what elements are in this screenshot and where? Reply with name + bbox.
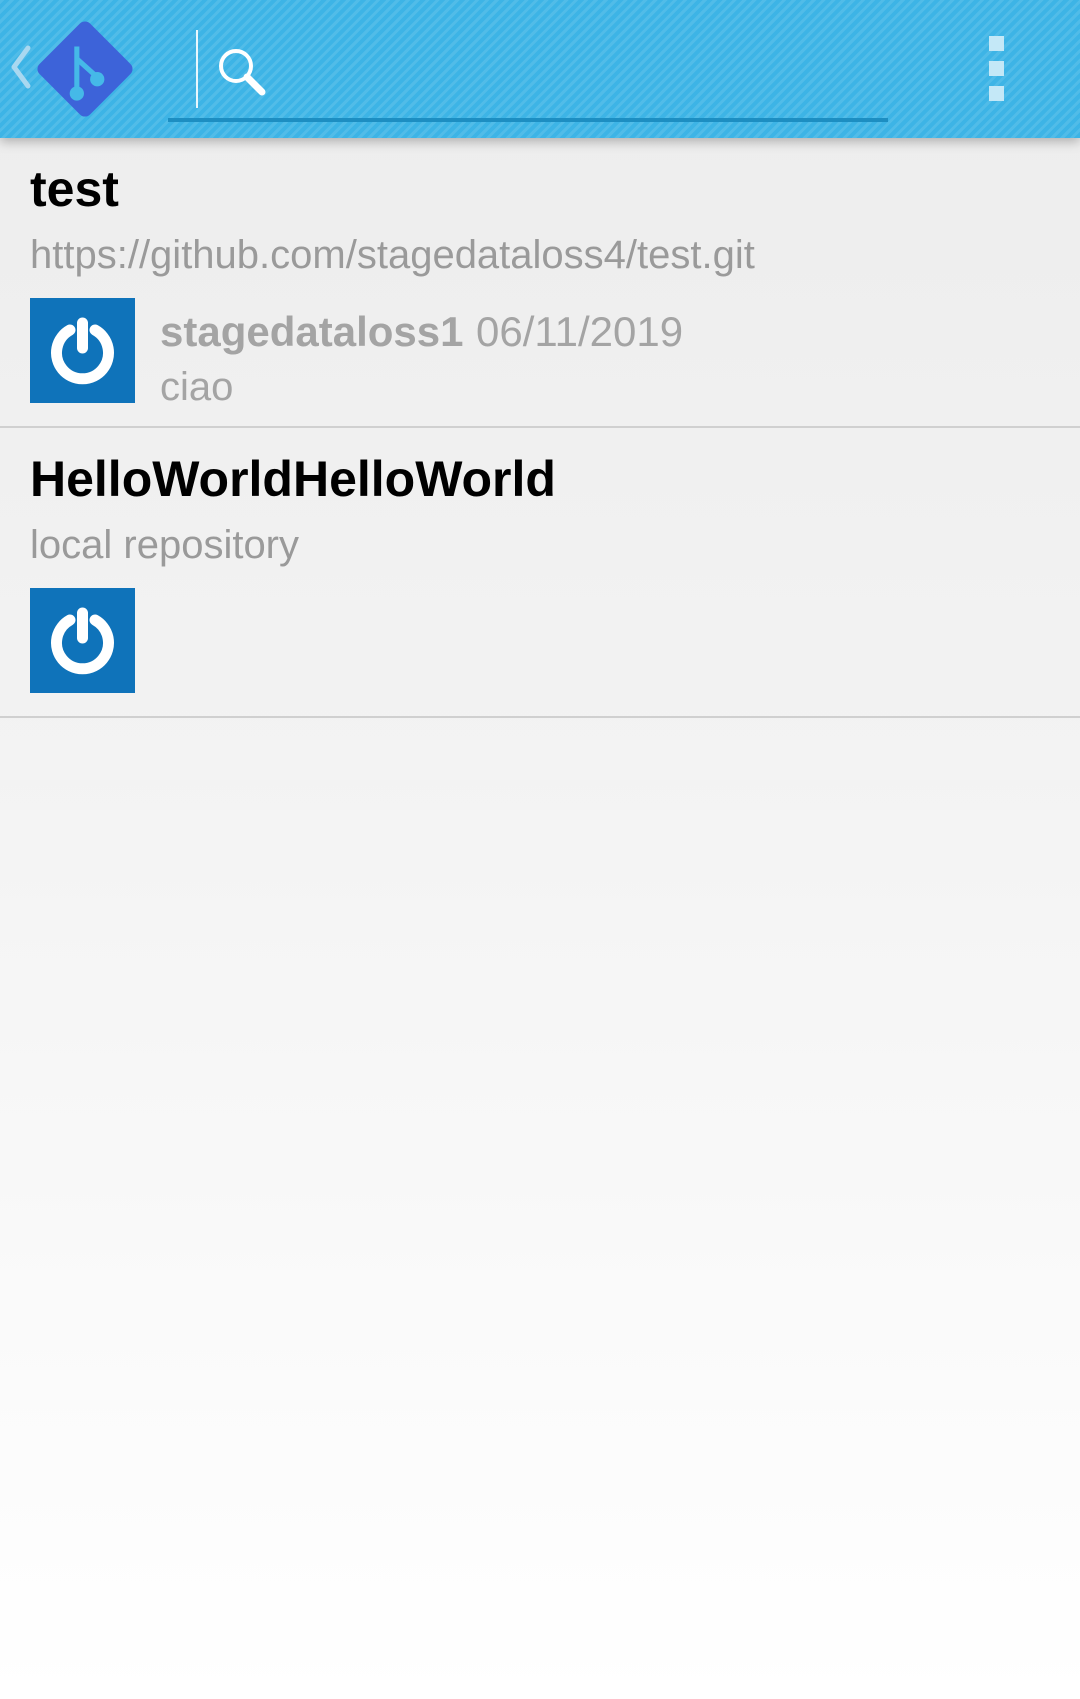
avatar bbox=[30, 298, 135, 403]
chevron-left-icon bbox=[11, 45, 31, 89]
search-field[interactable] bbox=[168, 26, 888, 122]
git-logo-icon bbox=[37, 21, 133, 117]
overflow-menu-icon bbox=[989, 36, 1004, 51]
repository-item[interactable]: HelloWorldHelloWorld local repository bbox=[0, 428, 1080, 718]
commit-author: stagedataloss1 bbox=[160, 308, 464, 355]
text-cursor bbox=[196, 30, 198, 108]
search-icon bbox=[219, 49, 266, 96]
repository-name: test bbox=[30, 161, 119, 217]
repository-list: test https://github.com/stagedataloss4/t… bbox=[0, 138, 1080, 718]
overflow-menu-icon-dot bbox=[989, 86, 1004, 101]
repository-remote-url: local repository bbox=[30, 523, 300, 567]
commit-message: ciao bbox=[160, 365, 234, 409]
repository-item[interactable]: test https://github.com/stagedataloss4/t… bbox=[0, 138, 1080, 428]
up-navigation-button[interactable] bbox=[0, 0, 150, 138]
commit-date: 06/11/2019 bbox=[476, 308, 684, 355]
repository-remote-url: https://github.com/stagedataloss4/test.g… bbox=[30, 233, 755, 277]
search-input[interactable] bbox=[278, 40, 872, 106]
power-avatar-icon bbox=[51, 317, 114, 385]
power-avatar-icon bbox=[51, 607, 114, 675]
overflow-menu-icon-dot bbox=[989, 61, 1004, 76]
overflow-menu-button[interactable] bbox=[966, 28, 1026, 108]
repository-name: HelloWorldHelloWorld bbox=[30, 451, 556, 507]
action-bar bbox=[0, 0, 1080, 138]
avatar bbox=[30, 588, 135, 693]
